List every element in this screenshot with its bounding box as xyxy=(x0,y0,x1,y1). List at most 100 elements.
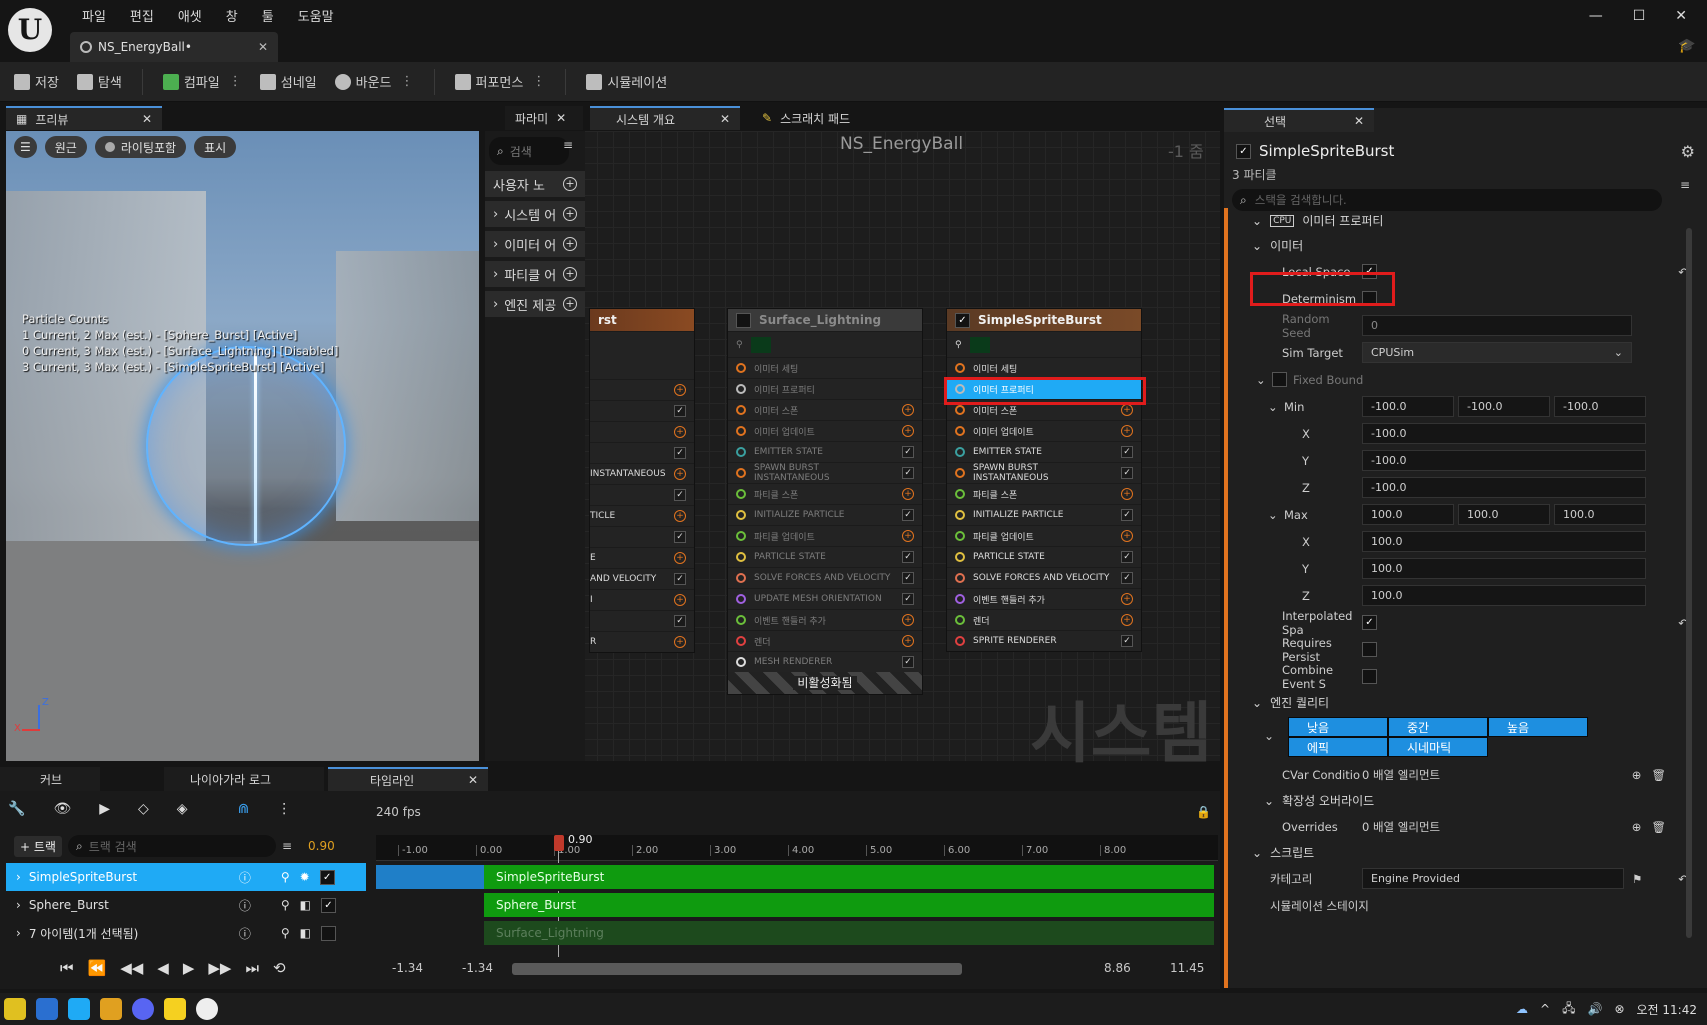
info-icon[interactable]: ⓘ xyxy=(239,925,251,942)
add-module-icon[interactable]: + xyxy=(674,510,686,522)
parameters-tab[interactable]: 파라미 ✕ xyxy=(505,106,583,130)
tab-timeline[interactable]: 타임라인 ✕ xyxy=(328,767,488,791)
tab-selection[interactable]: 선택 ✕ xyxy=(1224,108,1374,132)
emitter-stack-row[interactable]: 파티클 업데이트 + xyxy=(728,525,922,546)
timeline-bar-surface-lightning[interactable]: Surface_Lightning xyxy=(484,921,1214,945)
discord-icon[interactable] xyxy=(132,998,154,1020)
more-options-icon[interactable]: ⋮ xyxy=(397,74,414,89)
palette-item-emitter[interactable]: › 이미터 어 + xyxy=(485,231,585,257)
enable-checkbox[interactable] xyxy=(736,312,751,328)
emitter-stack-row[interactable]: MESH RENDERER ✓ xyxy=(728,651,922,672)
module-enable-checkbox[interactable]: ✓ xyxy=(1121,551,1133,563)
close-icon[interactable]: ✕ xyxy=(258,40,268,54)
emitter-stack-row[interactable]: ✓ xyxy=(590,442,694,463)
add-module-icon[interactable]: + xyxy=(674,552,686,564)
playhead[interactable] xyxy=(554,835,564,851)
more-options-icon[interactable]: ⋮ xyxy=(528,74,545,89)
window-close-icon[interactable]: ✕ xyxy=(1675,8,1687,24)
graduation-cap-icon[interactable]: 🎓 xyxy=(1678,38,1695,54)
emitter-stack-row[interactable]: SPAWN BURST INSTANTANEOUS ✓ xyxy=(728,462,922,483)
module-enable-checkbox[interactable]: ✓ xyxy=(1121,446,1133,458)
palette-item-user[interactable]: 사용자 노 + xyxy=(485,171,585,197)
unreal-taskbar-icon[interactable] xyxy=(196,998,218,1020)
close-icon[interactable]: ✕ xyxy=(468,773,478,787)
performance-button[interactable]: 퍼포먼스 ⋮ xyxy=(449,72,552,91)
play-icon[interactable]: ▶ xyxy=(183,959,195,977)
module-enable-checkbox[interactable]: ✓ xyxy=(1121,509,1133,521)
emitter-stack-row[interactable]: INITIALIZE PARTICLE ✓ xyxy=(728,504,922,525)
palette-item-system[interactable]: › 시스템 어 + xyxy=(485,201,585,227)
enable-checkbox[interactable]: ✓ xyxy=(955,312,970,328)
section-script[interactable]: ⌄ 스크립트 xyxy=(1232,840,1692,865)
quality-low-button[interactable]: 낮음 xyxy=(1288,717,1388,737)
add-module-icon[interactable]: + xyxy=(1121,530,1133,542)
add-module-icon[interactable]: + xyxy=(902,614,914,626)
add-element-icon[interactable]: ⊕ xyxy=(1632,820,1642,834)
emitter-stack-row[interactable]: 파티클 스폰 + xyxy=(728,483,922,504)
emitter-stack-row[interactable]: SPRITE RENDERER ✓ xyxy=(947,630,1141,651)
wrench-icon[interactable]: 🔧 xyxy=(8,801,25,817)
min-z-input[interactable]: -100.0 xyxy=(1554,396,1646,417)
minimize-icon[interactable]: — xyxy=(1589,8,1603,24)
step-forward-icon[interactable]: ▶▶ xyxy=(208,959,231,977)
emitter-stack-row[interactable]: INSTANTANEOUS + xyxy=(590,463,694,484)
section-engine-quality[interactable]: ⌄ 엔진 퀄리티 xyxy=(1232,690,1692,715)
emitter-stack-row[interactable]: TICLE + xyxy=(590,505,694,526)
track-row-simple-sprite-burst[interactable]: › SimpleSpriteBurst ⓘ ⚲ ✹ ✓ xyxy=(6,863,366,891)
track-search-input[interactable]: ⌕ 트랙 검색 xyxy=(67,835,276,857)
module-enable-checkbox[interactable]: ✓ xyxy=(674,405,686,417)
start-icon[interactable] xyxy=(4,998,26,1020)
requires-persist-checkbox[interactable] xyxy=(1362,642,1377,657)
key-icon[interactable]: ◇ xyxy=(138,801,149,817)
tab-system-overview[interactable]: 시스템 개요 ✕ xyxy=(590,106,740,130)
module-enable-checkbox[interactable]: ✓ xyxy=(1121,467,1133,479)
show-button[interactable]: 표시 xyxy=(194,136,237,158)
add-icon[interactable]: + xyxy=(563,237,577,251)
cloud-icon[interactable]: ☁ xyxy=(1516,1002,1528,1016)
timeline-bar-simple-sprite-burst[interactable]: SimpleSpriteBurst xyxy=(484,865,1214,889)
menu-window[interactable]: 창 xyxy=(214,6,250,25)
details-scrollbar[interactable] xyxy=(1686,228,1692,938)
add-icon[interactable]: + xyxy=(563,207,577,221)
emitter-stack-row[interactable]: ✓ xyxy=(590,400,694,421)
category-input[interactable]: Engine Provided xyxy=(1362,868,1624,889)
palette-item-particle[interactable]: › 파티클 어 + xyxy=(485,261,585,287)
track-enable-checkbox[interactable]: ✓ xyxy=(320,897,336,913)
emitter-stack-row[interactable]: ✓ xyxy=(590,526,694,547)
filter-icon[interactable]: ≡ xyxy=(563,138,573,152)
snap-magnet-icon[interactable]: ⋒ xyxy=(238,801,250,817)
lit-mode-button[interactable]: 라이팅포함 xyxy=(94,136,187,158)
menu-tools[interactable]: 툴 xyxy=(250,6,286,25)
track-enable-checkbox[interactable]: ✓ xyxy=(319,869,335,885)
more-options-icon[interactable]: ⋮ xyxy=(277,801,291,817)
emitter-stack-row[interactable]: ✓ xyxy=(590,610,694,631)
add-module-icon[interactable]: + xyxy=(674,594,686,606)
add-element-icon[interactable]: ⊕ xyxy=(1632,768,1642,782)
eye-icon[interactable]: 👁 xyxy=(53,801,71,817)
emitter-node-surface-lightning[interactable]: Surface_Lightning ⚲ 이미터 세팅 이미터 프로퍼티 이미터 스폰… xyxy=(727,308,923,695)
track-enable-checkbox[interactable] xyxy=(320,925,336,941)
app-icon[interactable] xyxy=(36,998,58,1020)
prev-key-icon[interactable]: ⏪ xyxy=(88,959,107,977)
maximize-icon[interactable]: ☐ xyxy=(1633,8,1646,24)
emitter-stack-row[interactable]: I + xyxy=(590,589,694,610)
quality-high-button[interactable]: 높음 xyxy=(1488,717,1588,737)
add-icon[interactable]: + xyxy=(563,177,577,191)
palette-item-engine[interactable]: › 엔진 제공 + xyxy=(485,291,585,317)
min-y-input[interactable]: -100.0 xyxy=(1458,396,1550,417)
add-module-icon[interactable]: + xyxy=(902,530,914,542)
fps-display[interactable]: 240 fps xyxy=(376,805,421,819)
chat-icon[interactable] xyxy=(164,998,186,1020)
add-module-icon[interactable]: + xyxy=(902,488,914,500)
range-scrollbar[interactable] xyxy=(512,963,962,975)
emitter-node-sphere-burst[interactable]: rst + ✓ + ✓ INSTANTANEOUS + ✓ TICLE + ✓ E + AND VELO… xyxy=(589,308,695,653)
step-back-icon[interactable]: ◀◀ xyxy=(120,959,143,977)
min-x-field[interactable]: -100.0 xyxy=(1362,423,1646,444)
emitter-stack-row[interactable]: INITIALIZE PARTICLE ✓ xyxy=(947,504,1141,525)
max-y-input[interactable]: 100.0 xyxy=(1458,504,1550,525)
more-options-icon[interactable]: ⋮ xyxy=(225,74,242,89)
unreal-logo-icon[interactable]: U xyxy=(8,8,52,52)
module-enable-checkbox[interactable]: ✓ xyxy=(674,531,686,543)
tab-niagara-log[interactable]: 나이아가라 로그 xyxy=(164,767,324,791)
emitter-stack-row[interactable]: R + xyxy=(590,631,694,652)
